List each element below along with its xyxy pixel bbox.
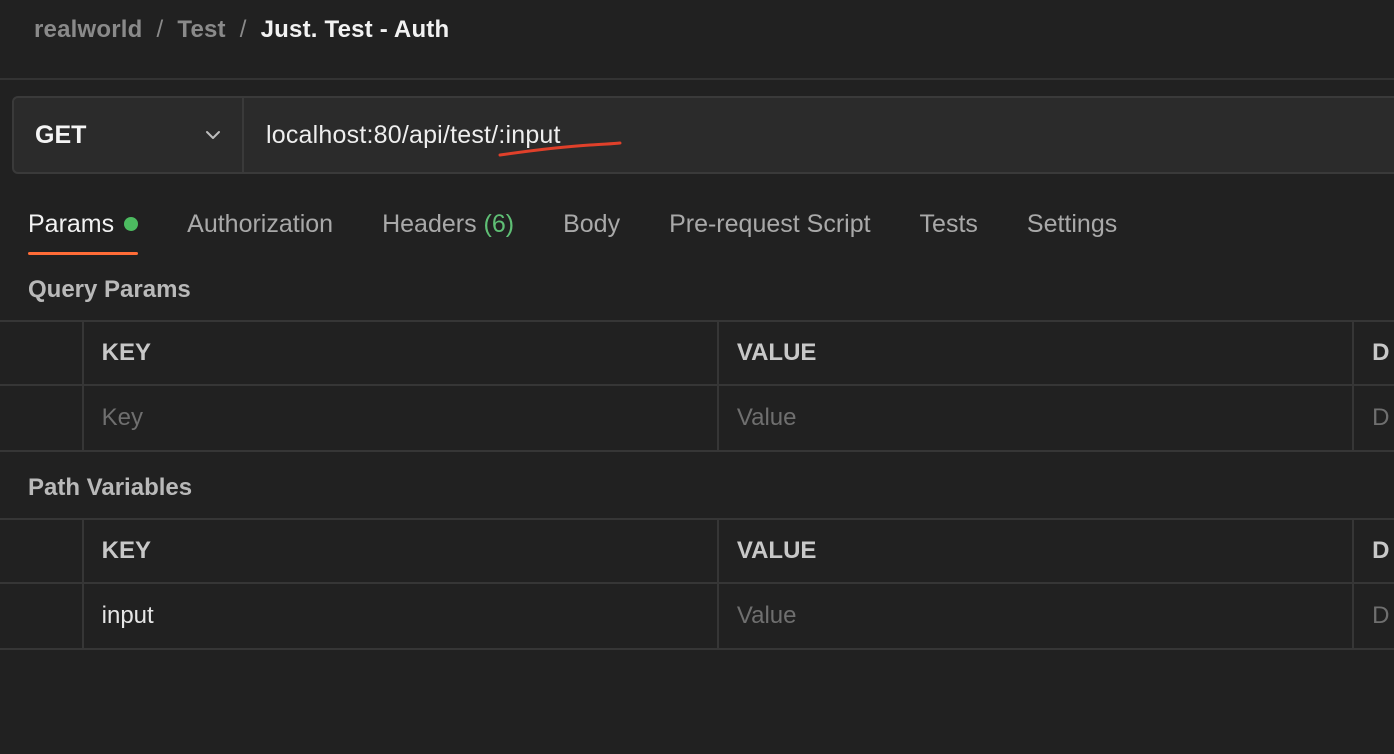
query-params-table: KEY VALUE D Key Value D [0, 320, 1394, 452]
tab-authorization[interactable]: Authorization [187, 200, 333, 248]
row-checkbox-cell [0, 386, 84, 450]
table-row: input Value D [0, 584, 1394, 648]
tab-pre-request-script-label: Pre-request Script [669, 210, 871, 238]
breadcrumb: realworld / Test / Just. Test - Auth [34, 14, 449, 46]
chevron-down-icon [206, 131, 220, 139]
request-name[interactable]: Just. Test - Auth [261, 16, 450, 44]
table-header-row: KEY VALUE D [0, 322, 1394, 386]
params-indicator-dot [124, 217, 139, 231]
tab-tests-label: Tests [919, 210, 978, 238]
path-variables-title: Path Variables [28, 474, 193, 501]
header-divider [0, 78, 1394, 80]
request-editor: realworld / Test / Just. Test - Auth GET… [0, 0, 1394, 754]
breadcrumb-collection[interactable]: Test [177, 16, 225, 44]
breadcrumb-separator: / [156, 16, 164, 43]
table-header-row: KEY VALUE D [0, 520, 1394, 584]
method-label: GET [35, 120, 87, 149]
method-select[interactable]: GET [14, 98, 244, 172]
tab-body-label: Body [563, 210, 621, 238]
breadcrumb-separator: / [239, 16, 247, 43]
value-input[interactable]: Value [719, 584, 1355, 648]
checkbox-column-header [0, 322, 84, 384]
tab-pre-request-script[interactable]: Pre-request Script [669, 200, 870, 248]
tab-authorization-label: Authorization [187, 210, 334, 238]
headers-count: (6) [483, 210, 515, 238]
checkbox-column-header [0, 520, 84, 582]
breadcrumb-workspace[interactable]: realworld [34, 16, 143, 44]
value-column-header: VALUE [719, 520, 1355, 582]
tab-params[interactable]: Params [28, 200, 139, 255]
value-input[interactable]: Value [719, 386, 1355, 450]
description-column-header: D [1372, 339, 1390, 366]
key-column-header: KEY [84, 322, 719, 384]
table-row: Key Value D [0, 386, 1394, 450]
url-bar: GET localhost:80/api/test/:input [12, 96, 1394, 174]
tab-params-label: Params [28, 210, 115, 238]
url-input[interactable]: localhost:80/api/test/:input [244, 98, 1394, 172]
request-tabs: Params Authorization Headers (6) Body Pr… [28, 200, 1166, 256]
path-variable-key: input [84, 584, 719, 648]
tab-settings[interactable]: Settings [1027, 200, 1117, 248]
description-input[interactable]: D [1354, 584, 1394, 648]
description-column-header: D [1372, 537, 1390, 564]
key-column-header: KEY [84, 520, 719, 582]
tab-body[interactable]: Body [563, 200, 620, 248]
red-underline-annotation [498, 141, 622, 157]
tab-headers-label: Headers [382, 210, 477, 238]
value-column-header: VALUE [719, 322, 1355, 384]
row-checkbox-cell [0, 584, 84, 648]
query-params-title: Query Params [28, 276, 191, 303]
key-input[interactable]: Key [84, 386, 719, 450]
tab-headers[interactable]: Headers (6) [382, 200, 514, 248]
path-variables-table: KEY VALUE D input Value D [0, 518, 1394, 650]
tab-tests[interactable]: Tests [920, 200, 978, 248]
description-input[interactable]: D [1354, 386, 1394, 450]
tab-settings-label: Settings [1026, 210, 1118, 238]
